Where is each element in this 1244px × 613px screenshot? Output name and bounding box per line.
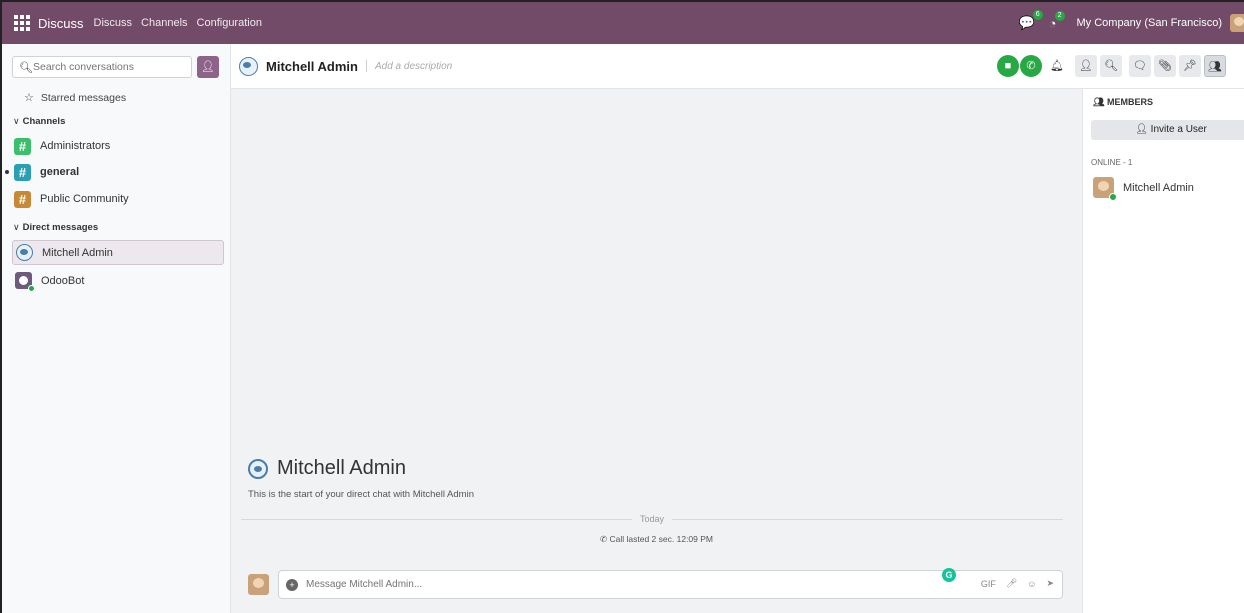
activity-badge: 2: [1054, 10, 1065, 21]
channel-label: Administrators: [40, 140, 111, 152]
emoji-icon[interactable]: ☺: [1027, 579, 1036, 589]
channel-item-administrators[interactable]: # Administrators: [14, 135, 223, 157]
hashtag-icon: #: [14, 163, 31, 181]
unread-dot: [5, 170, 9, 174]
header-divider: [365, 60, 367, 72]
dm-item-odoobot[interactable]: OdooBot: [12, 268, 224, 293]
public-hashtag-icon: #: [14, 190, 31, 208]
online-members-header: ONLINE - 1: [1091, 158, 1133, 167]
odoobot-avatar: [15, 272, 35, 292]
direct-messages-section-header[interactable]: ∨ Direct messages: [13, 222, 98, 233]
search-input[interactable]: [33, 61, 183, 73]
thread-description[interactable]: Add a description: [375, 61, 452, 72]
invite-user-button[interactable]: 👤︎ Invite a User: [1091, 120, 1244, 140]
sidebar: 🔍︎ 👤︎ ☆ Starred messages ∨ Channels # Ad…: [2, 44, 231, 613]
star-icon: ☆: [24, 92, 34, 104]
messages-icon[interactable]: 💬 6: [1018, 10, 1043, 31]
starred-messages-link[interactable]: ☆ Starred messages: [24, 91, 127, 105]
thread-area: Mitchell Admin Add a description ■ ✆ 🔔︎ …: [231, 44, 1244, 613]
grammarly-icon[interactable]: G: [942, 568, 956, 582]
phone-icon: ✆: [600, 534, 608, 544]
member-name: Mitchell Admin: [1123, 181, 1194, 194]
app-brand[interactable]: Discuss: [38, 16, 84, 31]
members-title: 👥︎ MEMBERS: [1093, 97, 1153, 107]
start-conversation-button[interactable]: 👤︎: [197, 56, 219, 78]
online-status-dot: [28, 285, 35, 292]
navbar-right: 💬 6 ◔ 2 My Company (San Francisco): [1018, 2, 1244, 44]
dm-label: Mitchell Admin: [42, 246, 113, 259]
add-user-icon: 👤︎: [1135, 124, 1148, 135]
menu-configuration[interactable]: Configuration: [197, 17, 262, 29]
current-user-avatar: [248, 574, 269, 595]
activity-clock-icon[interactable]: ◔ 2: [1049, 10, 1065, 31]
channel-item-public-community[interactable]: # Public Community: [14, 188, 223, 210]
chevron-down-icon: ∨: [13, 116, 20, 126]
member-avatar: [1093, 177, 1117, 201]
hashtag-icon: #: [14, 137, 31, 155]
threads-icon[interactable]: 🗨︎: [1129, 55, 1151, 77]
phone-call-icon[interactable]: ✆: [1020, 55, 1042, 77]
dm-label: OdooBot: [41, 274, 85, 287]
video-call-icon[interactable]: ■: [997, 55, 1019, 77]
call-notification: ✆ Call lasted 2 sec. 12:09 PM: [600, 534, 713, 544]
menu-channels[interactable]: Channels: [141, 17, 187, 29]
channels-section-header[interactable]: ∨ Channels: [13, 116, 65, 127]
gif-button[interactable]: GIF: [981, 579, 996, 589]
search-messages-icon[interactable]: 🔍︎: [1100, 55, 1122, 77]
attachment-icon[interactable]: 📎︎: [1154, 55, 1176, 77]
thread-title[interactable]: Mitchell Admin: [266, 59, 358, 74]
members-panel: 👥︎ MEMBERS 👤︎ Invite a User ONLINE - 1 M…: [1082, 89, 1244, 613]
discuss-app: Discuss Discuss Channels Configuration 💬…: [0, 0, 1244, 613]
thread-intro-title: Mitchell Admin: [248, 457, 406, 480]
channel-item-general[interactable]: # general: [5, 161, 223, 183]
composer-tools: GIF 🎤︎ ☺ ➤: [971, 578, 1054, 589]
send-icon[interactable]: ➤: [1046, 578, 1054, 589]
add-plus-icon[interactable]: +: [286, 578, 298, 591]
members-toggle-icon[interactable]: 👥︎: [1204, 55, 1226, 77]
pin-icon[interactable]: 📌︎: [1179, 55, 1201, 77]
thread-intro-text: This is the start of your direct chat wi…: [248, 489, 474, 500]
voice-icon[interactable]: 🎤︎: [1006, 578, 1017, 589]
company-switcher[interactable]: My Company (San Francisco): [1077, 17, 1223, 29]
call-buttons: ■ ✆: [997, 55, 1043, 77]
date-label: Today: [639, 514, 665, 524]
member-item[interactable]: Mitchell Admin: [1093, 177, 1194, 201]
bot-face-icon: [16, 244, 33, 261]
header-tools: 🔔︎ 👤︎ 🔍︎ 🗨︎ 📎︎ 📌︎ 👥︎: [1046, 55, 1229, 77]
messages-badge: 6: [1032, 10, 1043, 20]
bot-face-icon: [239, 56, 258, 76]
dm-item-mitchell-admin[interactable]: Mitchell Admin: [12, 240, 224, 265]
date-separator: Today: [241, 514, 1063, 524]
members-icon: 👥︎: [1093, 97, 1105, 107]
channel-label: Public Community: [40, 193, 129, 205]
channel-label: general: [40, 166, 80, 178]
starred-label: Starred messages: [40, 91, 127, 104]
notification-bell-icon[interactable]: 🔔︎: [1046, 55, 1068, 77]
online-status-dot: [1109, 193, 1117, 201]
add-user-icon[interactable]: 👤︎: [1075, 55, 1097, 77]
chevron-down-icon: ∨: [13, 222, 20, 232]
thread-header: Mitchell Admin Add a description ■ ✆ 🔔︎ …: [231, 44, 1244, 89]
apps-grid-icon[interactable]: [14, 15, 30, 31]
search-box: 🔍︎: [12, 56, 192, 78]
search-icon: 🔍︎: [19, 61, 33, 74]
top-navbar: Discuss Discuss Channels Configuration 💬…: [2, 2, 1244, 44]
menu-discuss[interactable]: Discuss: [94, 17, 133, 29]
bot-face-icon: [248, 458, 268, 479]
call-time: 12:09 PM: [676, 534, 713, 544]
message-input[interactable]: [306, 579, 906, 590]
user-avatar[interactable]: [1230, 14, 1244, 32]
